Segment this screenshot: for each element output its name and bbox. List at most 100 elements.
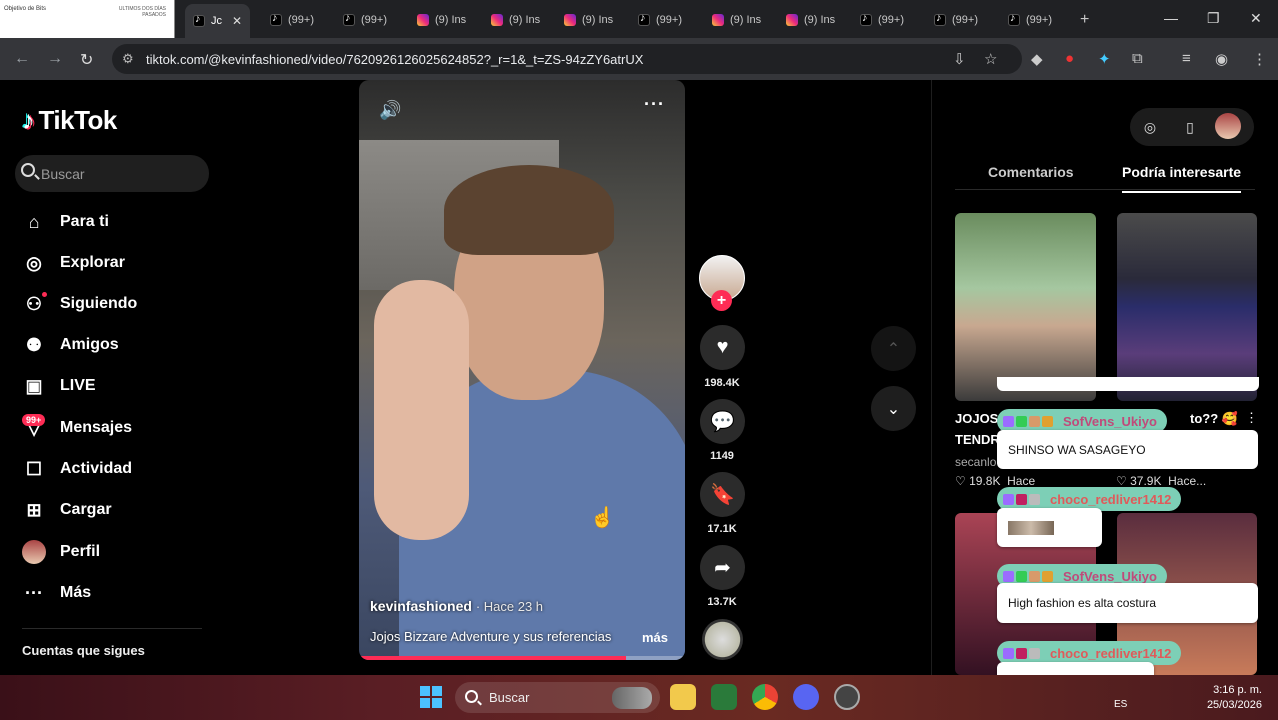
tab-comentarios[interactable]: Comentarios — [988, 164, 1074, 180]
video-author[interactable]: kevinfashioned · Hace 23 h — [370, 598, 543, 614]
clock[interactable]: 3:16 p. m. 25/03/2026 — [1207, 683, 1262, 713]
sidebar-item-label: Cargar — [60, 501, 112, 518]
chat-message: SHINSO WA SASAGEYO — [997, 430, 1258, 469]
comment-button[interactable]: 💬 — [700, 399, 745, 444]
sidebar-item-perfil[interactable]: Perfil — [22, 537, 100, 567]
tiktok-sidebar: ♪ TikTok Buscar ⌂ Para ti ◎ Explorar ⚇ S… — [0, 80, 230, 675]
compass-icon[interactable]: ◎ — [1130, 119, 1170, 136]
chrome-icon[interactable] — [752, 684, 778, 710]
suggested-video-thumbnail[interactable] — [1117, 213, 1257, 401]
tab-label: (99+) — [656, 14, 682, 26]
video-options-icon[interactable]: ··· — [644, 94, 665, 115]
save-button[interactable]: 🔖 — [700, 472, 745, 517]
tab-active[interactable]: Jc ✕ — [185, 4, 251, 38]
tab[interactable]: (9) Ins — [786, 6, 835, 34]
tiktok-icon — [638, 12, 650, 26]
sidebar-item-label: Perfil — [60, 543, 101, 560]
sidebar-item-mas[interactable]: ··· Más — [22, 578, 91, 608]
site-settings-icon[interactable]: ⚙ — [122, 51, 134, 67]
file-explorer-icon[interactable] — [670, 684, 696, 710]
extension-blue-icon[interactable]: ✦ — [1098, 50, 1111, 68]
tab[interactable]: (99+) — [270, 6, 314, 34]
tab-label: Jc — [211, 15, 222, 27]
extension-icon[interactable]: ◆ — [1031, 50, 1043, 68]
sidebar-item-mensajes[interactable]: ▽ 99+ Mensajes — [22, 413, 132, 443]
sidebar-item-siguiendo[interactable]: ⚇ Siguiendo — [22, 289, 137, 319]
taskbar-search[interactable]: Buscar — [455, 682, 660, 713]
close-icon[interactable]: ✕ — [232, 14, 242, 28]
chat-image — [1008, 520, 1054, 535]
tab-label: (99+) — [361, 14, 387, 26]
search-highlight-icon — [612, 687, 652, 709]
sidebar-item-para-ti[interactable]: ⌂ Para ti — [22, 207, 109, 237]
next-video-button[interactable]: ⌄ — [871, 386, 916, 431]
app-icon[interactable] — [711, 684, 737, 710]
tab[interactable]: (99+) — [343, 6, 387, 34]
video-author-name[interactable]: kevinfashioned — [370, 598, 472, 614]
volume-icon[interactable]: 🔊 — [379, 100, 401, 121]
tab-podria-interesarte[interactable]: Podría interesarte — [1122, 164, 1242, 193]
tab[interactable]: (9) Ins — [417, 6, 466, 34]
sidebar-item-cargar[interactable]: ⊞ Cargar — [22, 495, 112, 525]
instagram-icon — [491, 14, 503, 26]
tab[interactable]: (9) Ins — [564, 6, 613, 34]
user-avatar[interactable] — [1215, 113, 1241, 139]
maximize-icon[interactable]: ❐ — [1207, 10, 1220, 27]
suggested-video-thumbnail[interactable] — [955, 213, 1096, 401]
mouse-cursor-icon: ☝ — [590, 507, 615, 529]
video-options-icon[interactable]: ⋮ — [1245, 410, 1258, 426]
like-button[interactable]: ♥ — [700, 325, 745, 370]
bookmark-star-icon[interactable]: ☆ — [984, 50, 997, 68]
new-tab-button[interactable]: + — [1080, 6, 1089, 34]
minimize-icon[interactable]: — — [1164, 10, 1178, 26]
chat-message-bubble — [997, 377, 1259, 391]
forward-icon[interactable]: → — [47, 50, 63, 68]
tab[interactable]: (99+) — [1008, 6, 1052, 34]
back-icon[interactable]: ← — [14, 50, 30, 68]
sidebar-item-actividad[interactable]: ☐ Actividad — [22, 454, 132, 484]
suggested-video-author[interactable]: secanlo — [955, 455, 996, 469]
tab[interactable]: (99+) — [860, 6, 904, 34]
suggested-video-title[interactable]: JOJOS — [955, 411, 998, 426]
share-button[interactable]: ➦ — [700, 545, 745, 590]
extension-red-icon[interactable]: ● — [1065, 50, 1074, 67]
tab[interactable]: (99+) — [638, 6, 682, 34]
tab[interactable]: (99+) — [934, 6, 978, 34]
clock-time: 3:16 p. m. — [1213, 684, 1262, 696]
video-player[interactable]: 🔊 ··· kevinfashioned · Hace 23 h Jojos B… — [359, 80, 685, 660]
follow-plus-icon[interactable]: + — [711, 290, 732, 311]
video-progress-bar[interactable] — [359, 656, 685, 660]
phone-icon[interactable]: ▯ — [1170, 119, 1210, 136]
sidebar-item-live[interactable]: ▣ LIVE — [22, 371, 95, 401]
following-icon: ⚇ — [22, 292, 47, 316]
music-disc-icon[interactable] — [702, 619, 743, 660]
tiktok-logo[interactable]: ♪ TikTok — [22, 105, 117, 136]
profile-icon[interactable]: ◉ — [1215, 50, 1228, 68]
url-field[interactable]: ⚙ tiktok.com/@kevinfashioned/video/76209… — [112, 44, 1022, 74]
discord-icon[interactable] — [793, 684, 819, 710]
share-count: 13.7K — [707, 596, 737, 608]
extensions-puzzle-icon[interactable]: ⧉ — [1132, 50, 1143, 67]
video-description: Jojos Bizzare Adventure y sus referencia… — [370, 629, 612, 644]
install-app-icon[interactable]: ⇩ — [953, 50, 966, 68]
browser-menu-icon[interactable]: ⋮ — [1252, 50, 1267, 68]
media-controls-icon[interactable]: ≡ — [1182, 50, 1191, 67]
suggested-video-title[interactable]: to?? 🥰 — [1190, 411, 1238, 427]
app-icon[interactable] — [834, 684, 860, 710]
tab[interactable]: (9) Ins — [712, 6, 761, 34]
tab[interactable]: (9) Ins — [491, 6, 540, 34]
more-icon: ··· — [25, 582, 43, 603]
sidebar-item-amigos[interactable]: ⚉ Amigos — [22, 330, 119, 360]
language-indicator[interactable]: ES — [1114, 699, 1127, 710]
tiktok-icon — [1008, 12, 1020, 26]
video-progress-fill — [359, 656, 627, 660]
close-window-icon[interactable]: ✕ — [1250, 10, 1262, 27]
search-input[interactable]: Buscar — [15, 155, 209, 192]
sidebar-item-explorar[interactable]: ◎ Explorar — [22, 248, 125, 278]
reload-icon[interactable]: ↻ — [80, 50, 93, 70]
suggested-video-title-line2[interactable]: TENDR — [955, 432, 1000, 447]
windows-start-icon[interactable] — [420, 686, 442, 708]
previous-video-button[interactable]: ⌃ — [871, 326, 916, 371]
video-more-link[interactable]: más — [642, 630, 668, 645]
tiktok-note-icon: ♪ — [22, 105, 35, 135]
